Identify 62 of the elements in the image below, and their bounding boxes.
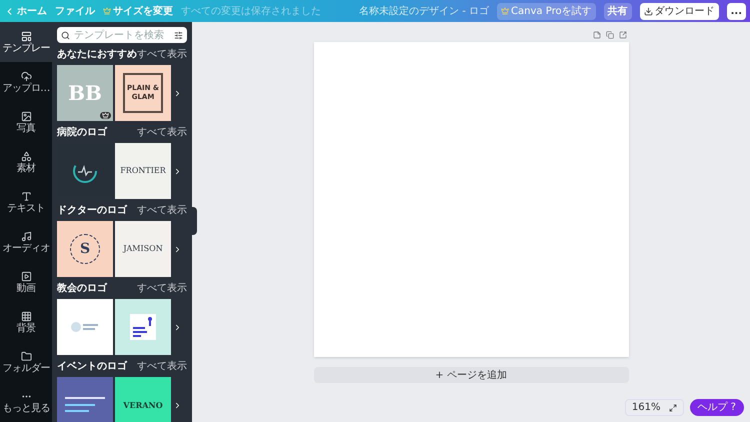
template-icon xyxy=(20,30,32,42)
crown-icon xyxy=(103,7,111,15)
template-thumbnail[interactable]: VERANO xyxy=(115,377,171,422)
thumbnail-title: BB xyxy=(68,80,102,107)
template-thumbnail[interactable] xyxy=(57,377,113,422)
cloud-upload-icon xyxy=(20,70,32,82)
template-thumbnail[interactable]: JAMISON xyxy=(115,221,171,277)
see-all-link[interactable]: すべて表示 xyxy=(137,203,187,218)
see-all-link[interactable]: すべて表示 xyxy=(137,359,187,374)
shapes-icon xyxy=(20,150,32,162)
rail-item[interactable]: オーディオ xyxy=(0,222,52,262)
see-all-link[interactable]: すべて表示 xyxy=(137,125,187,140)
rail-item[interactable]: フォルダー xyxy=(0,342,52,382)
help-button[interactable]: ヘルプ ? xyxy=(690,399,744,416)
music-note-icon xyxy=(20,230,32,242)
search-icon xyxy=(61,30,70,40)
duplicate-icon[interactable] xyxy=(606,31,614,39)
rail-item[interactable]: 素材 xyxy=(0,142,52,182)
add-page-button[interactable]: + ページを追加 xyxy=(314,367,628,383)
design-title: 名称未設定のデザイン - ロゴ xyxy=(359,4,490,18)
template-thumbnail[interactable] xyxy=(115,299,171,355)
see-all-link[interactable]: すべて表示 xyxy=(137,47,187,62)
download-button[interactable]: ダウンロード xyxy=(640,2,719,20)
section-title: 教会のロゴ xyxy=(57,282,107,296)
section-title: あなたにおすすめ xyxy=(57,48,137,62)
more-button[interactable]: ... xyxy=(726,2,746,20)
save-status: すべての変更は保存されました xyxy=(181,4,321,18)
rail-item[interactable]: 動画 xyxy=(0,262,52,302)
thumbnail-title: FRONTIER xyxy=(120,165,166,177)
text-icon xyxy=(20,190,32,202)
crown-badge xyxy=(100,112,111,119)
fullscreen-icon[interactable] xyxy=(668,404,676,412)
lines-drawing xyxy=(65,395,105,415)
rail-item[interactable]: 背景 xyxy=(0,302,52,342)
template-thumbnail[interactable]: FRONTIER xyxy=(115,143,171,199)
image-icon xyxy=(20,110,32,122)
see-all-link[interactable]: すべて表示 xyxy=(137,281,187,296)
thumbnail-title: JAMISON xyxy=(123,243,163,255)
thumbnail-title: S xyxy=(80,240,90,258)
rail-item[interactable]: テンプレー xyxy=(0,22,52,62)
note-icon[interactable] xyxy=(592,31,600,39)
card-logo-icon xyxy=(130,314,156,340)
section-title: 病院のロゴ xyxy=(57,126,107,140)
rail-item[interactable]: 写真 xyxy=(0,102,52,142)
play-icon xyxy=(20,270,32,282)
thumbnail-title: VERANO xyxy=(123,399,163,411)
template-thumbnail[interactable] xyxy=(57,299,113,355)
share-page-icon[interactable] xyxy=(618,31,626,39)
grid-icon xyxy=(20,310,32,322)
crown-icon xyxy=(501,7,510,15)
rail-item[interactable]: アップロ… xyxy=(0,62,52,102)
template-thumbnail[interactable]: S xyxy=(57,221,113,277)
rail-item[interactable]: もっと見る xyxy=(0,382,52,422)
section-title: イベントのロゴ xyxy=(57,360,127,374)
collapse-handle[interactable] xyxy=(192,207,197,235)
filter-icon xyxy=(174,30,183,40)
folder-icon xyxy=(20,350,32,362)
rail-item[interactable]: テキスト xyxy=(0,182,52,222)
zoom-level[interactable]: 161% xyxy=(632,400,660,415)
search-field[interactable]: テンプレートを検索 xyxy=(57,27,187,43)
section-title: ドクターのロゴ xyxy=(57,204,127,218)
download-icon xyxy=(644,6,653,16)
